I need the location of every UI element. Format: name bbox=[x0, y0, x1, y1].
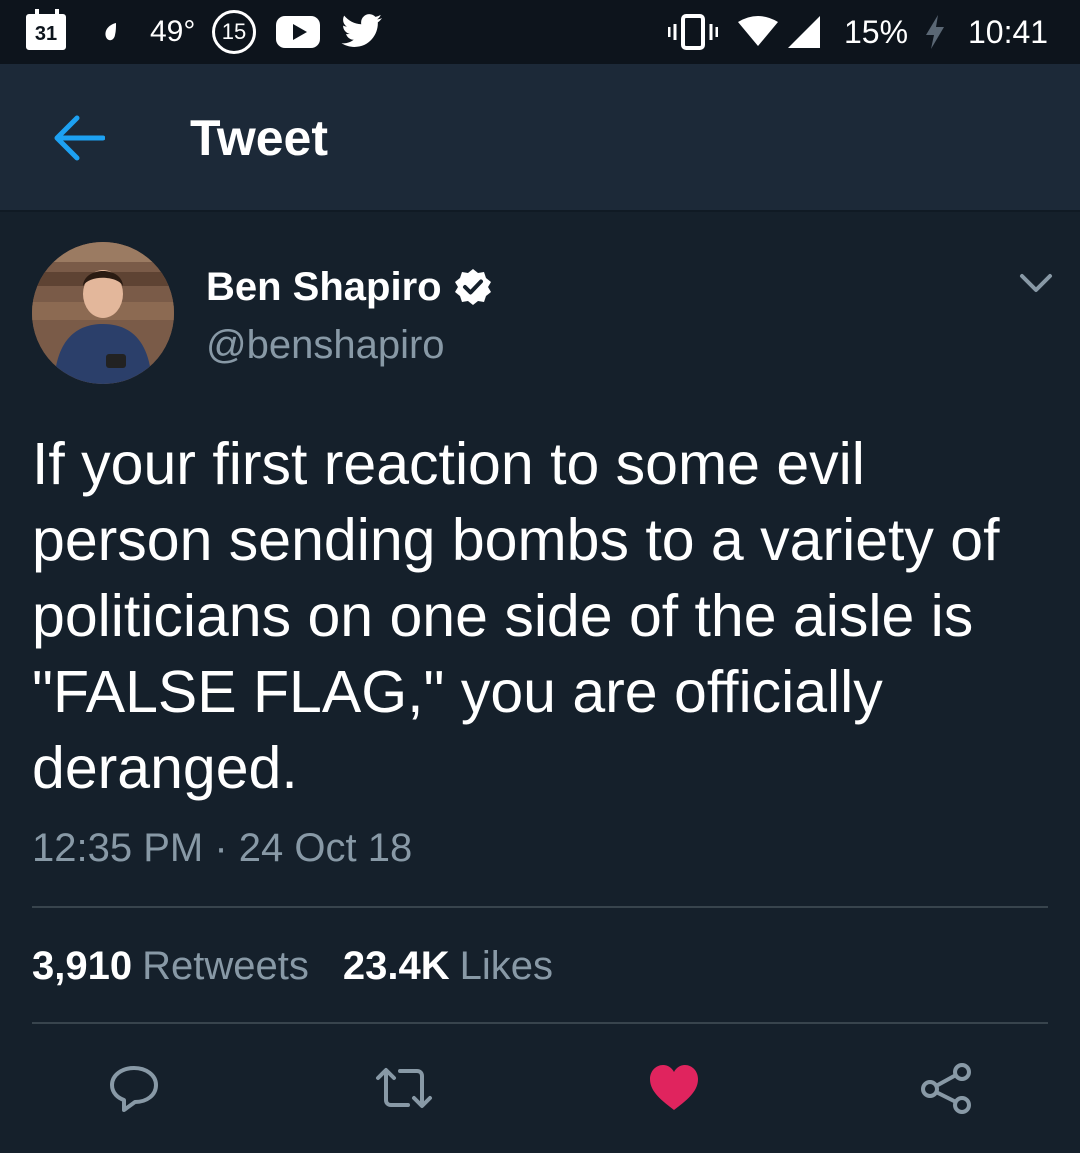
share-icon[interactable] bbox=[918, 1062, 971, 1114]
signal-icon bbox=[786, 0, 822, 64]
back-arrow-icon[interactable] bbox=[48, 108, 108, 168]
tweet-stats: 3,910 Retweets 23.4K Likes bbox=[32, 942, 553, 990]
avatar[interactable] bbox=[32, 242, 174, 384]
reply-icon[interactable] bbox=[108, 1062, 160, 1114]
likes-count: 23.4K bbox=[342, 944, 450, 988]
author-handle[interactable]: @benshapiro bbox=[206, 320, 445, 370]
page-title: Tweet bbox=[190, 110, 328, 166]
temperature: 49° bbox=[150, 15, 196, 48]
twitter-bird-icon bbox=[340, 0, 384, 64]
retweet-icon[interactable] bbox=[372, 1062, 432, 1114]
author-name-text: Ben Shapiro bbox=[206, 265, 442, 309]
calendar-day: 31 bbox=[26, 9, 66, 50]
verified-badge-icon bbox=[454, 268, 492, 306]
like-heart-icon[interactable] bbox=[648, 1062, 700, 1114]
retweets-count: 3,910 bbox=[32, 944, 133, 988]
divider bbox=[32, 1022, 1048, 1024]
app-header: Tweet bbox=[0, 64, 1080, 212]
vibrate-icon bbox=[668, 0, 718, 64]
calendar-icon: 31 bbox=[26, 0, 66, 64]
retweets-stat[interactable]: 3,910 Retweets bbox=[32, 942, 309, 990]
retweets-label: Retweets bbox=[142, 944, 309, 988]
wifi-icon bbox=[736, 0, 780, 64]
clock: 10:41 bbox=[968, 13, 1049, 50]
chevron-down-icon[interactable] bbox=[1014, 266, 1058, 302]
battery-percentage: 15% bbox=[844, 13, 909, 50]
status-bar: 31 49° 15 15% 10:41 bbox=[0, 0, 1080, 64]
notification-count-badge: 15 bbox=[212, 0, 256, 64]
likes-label: Likes bbox=[459, 944, 553, 988]
charging-bolt-icon bbox=[924, 0, 946, 64]
tweet-text: If your first reaction to some evil pers… bbox=[32, 431, 1000, 801]
tweet-timestamp: 12:35 PM · 24 Oct 18 bbox=[32, 826, 413, 870]
likes-stat[interactable]: 23.4K Likes bbox=[343, 942, 553, 990]
divider bbox=[32, 906, 1048, 908]
drop-icon bbox=[102, 0, 118, 64]
youtube-icon bbox=[276, 0, 320, 64]
author-name[interactable]: Ben Shapiro bbox=[206, 262, 492, 312]
